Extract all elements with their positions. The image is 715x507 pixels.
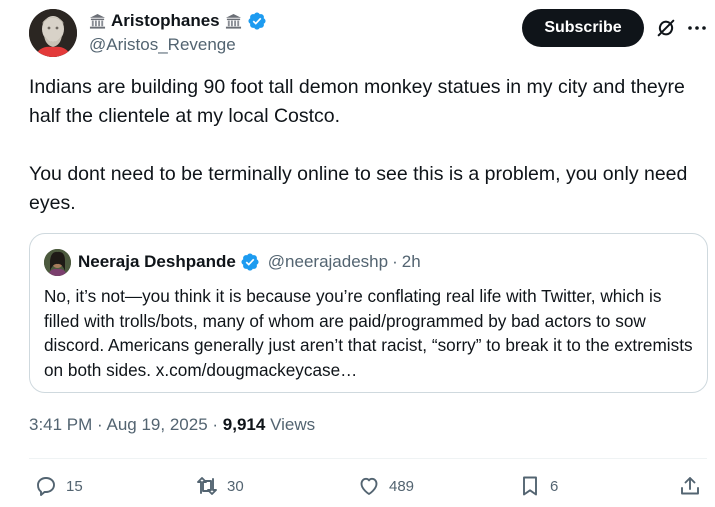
author-handle[interactable]: @Aristos_Revenge — [89, 35, 267, 55]
like-count: 489 — [389, 477, 415, 495]
dot-separator: · — [392, 252, 398, 271]
action-bar: 15 30 489 6 — [0, 470, 715, 504]
repost-button[interactable]: 30 — [195, 474, 244, 498]
reply-icon — [37, 477, 55, 496]
verified-badge-icon[interactable] — [240, 252, 260, 272]
verified-badge-icon[interactable] — [247, 11, 267, 31]
actions-divider — [29, 458, 707, 459]
more-icon[interactable] — [685, 16, 709, 40]
like-button[interactable]: 489 — [357, 474, 414, 498]
classical-building-icon — [89, 13, 106, 29]
quoted-display-name[interactable]: Neeraja Deshpande — [78, 251, 236, 273]
quoted-tweet-text: No, it’s not—you think it is because you… — [44, 286, 693, 380]
author-display-name[interactable]: Aristophanes — [111, 11, 220, 31]
meta-separator: · — [212, 415, 223, 434]
share-button[interactable] — [678, 474, 702, 498]
author-avatar[interactable] — [29, 9, 77, 57]
reply-button[interactable]: 15 — [34, 474, 83, 498]
statue-avatar-image — [29, 9, 77, 57]
tweet-time[interactable]: 3:41 PM — [29, 415, 92, 434]
quoted-handle[interactable]: @neerajadeshp — [268, 251, 388, 273]
views-count: 9,914 — [222, 415, 266, 434]
tweet-meta: 3:41 PM · Aug 19, 2025 · 9,914 Views — [29, 414, 315, 436]
grok-icon[interactable] — [655, 17, 677, 39]
portrait-avatar-image — [44, 249, 71, 276]
bookmark-count: 6 — [550, 477, 559, 495]
author-names: Aristophanes @Aristos_Revenge — [89, 11, 267, 55]
tweet-date[interactable]: Aug 19, 2025 — [107, 415, 208, 434]
tweet-text: Indians are building 90 foot tall demon … — [29, 76, 688, 214]
quoted-tweet-header: Neeraja Deshpande @neerajadeshp · 2h — [78, 251, 421, 273]
bookmark-icon — [523, 476, 537, 496]
views-label: Views — [270, 415, 316, 434]
subscribe-button[interactable]: Subscribe — [522, 9, 644, 47]
heart-icon — [360, 477, 378, 495]
quoted-tweet[interactable]: Neeraja Deshpande @neerajadeshp · 2h No,… — [29, 233, 708, 393]
quoted-time[interactable]: 2h — [402, 251, 421, 273]
classical-building-icon — [225, 13, 241, 29]
bookmark-button[interactable]: 6 — [518, 474, 558, 498]
repost-icon — [197, 477, 217, 495]
display-name-row[interactable]: Aristophanes — [89, 11, 267, 31]
meta-separator: · — [97, 415, 107, 434]
reply-count: 15 — [66, 477, 83, 495]
tweet-header: Aristophanes @Aristos_Revenge Subscribe — [29, 7, 707, 59]
repost-count: 30 — [227, 477, 244, 495]
share-icon — [681, 477, 699, 495]
quoted-author-avatar[interactable] — [44, 249, 71, 276]
